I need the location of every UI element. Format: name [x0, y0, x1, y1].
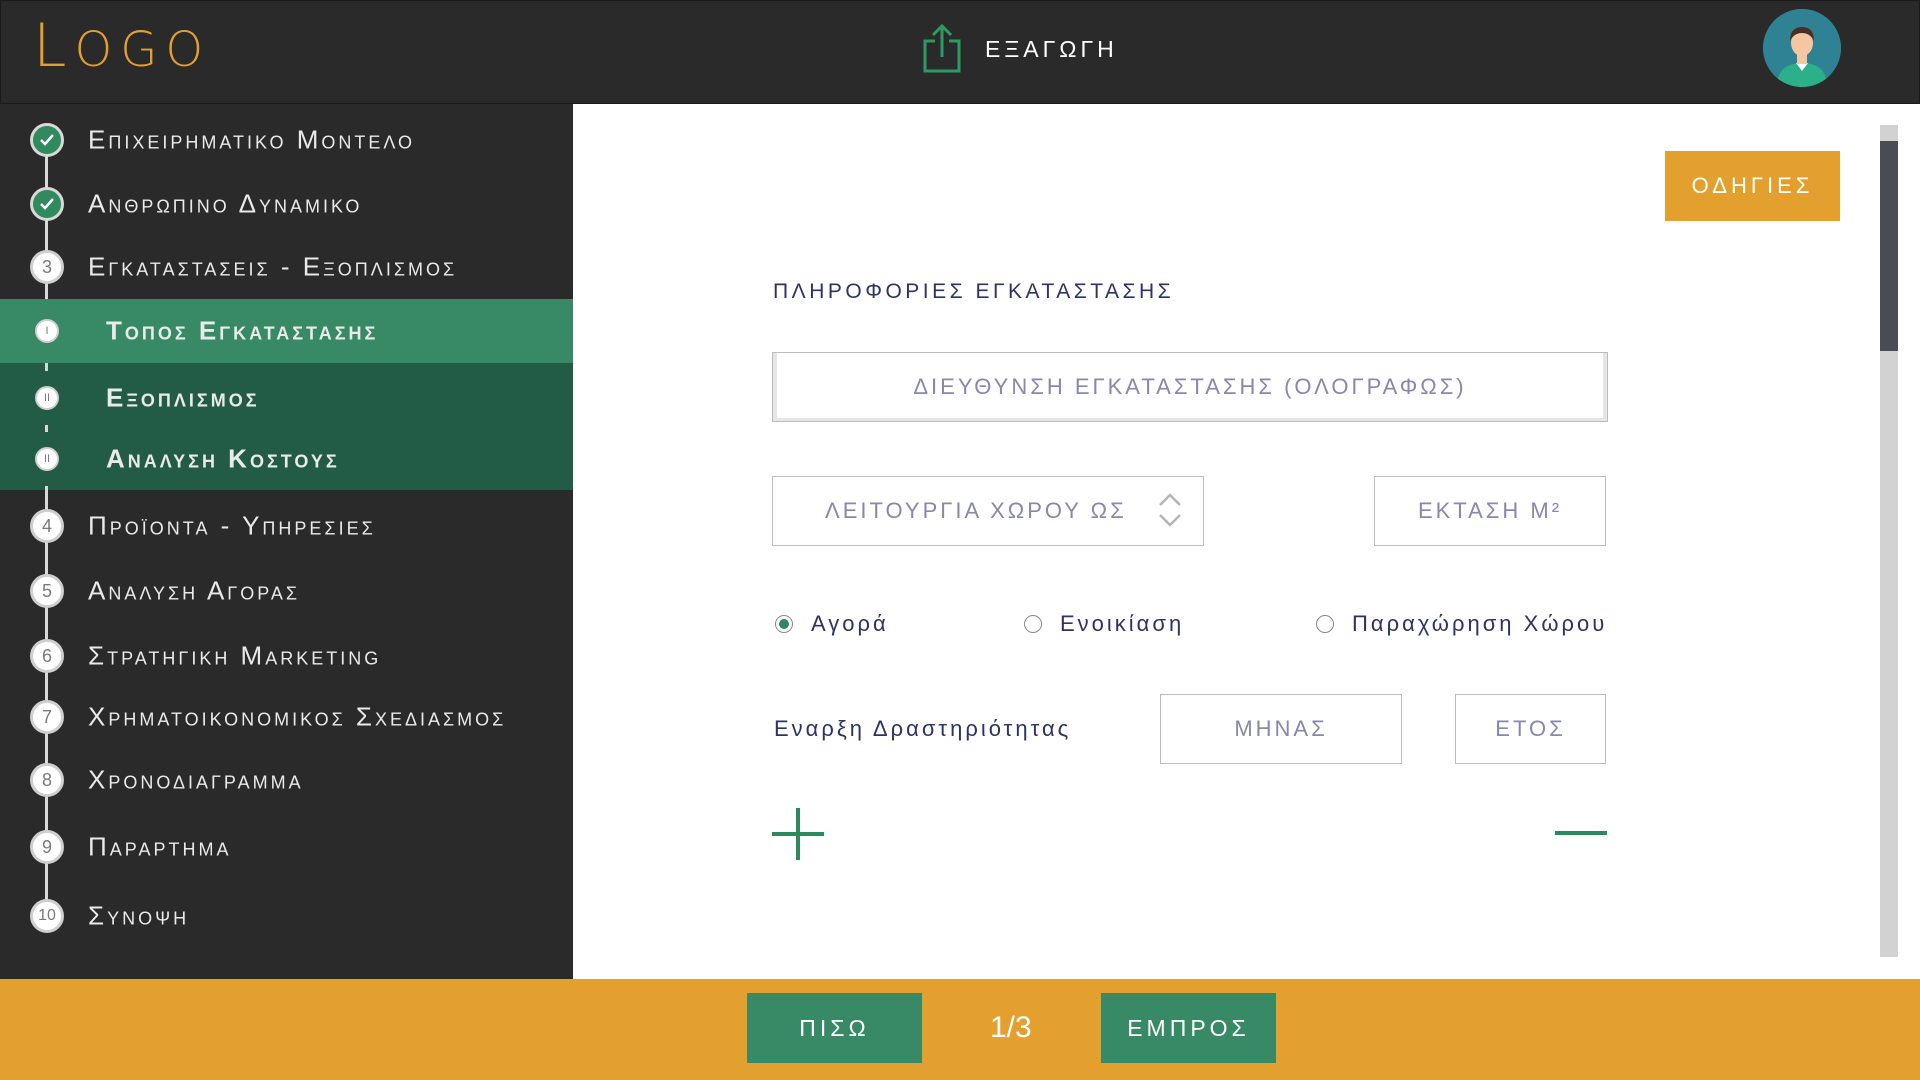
plus-icon[interactable]	[772, 808, 824, 860]
step-number: 3	[30, 250, 64, 284]
sidebar-subitem-location[interactable]: I Τοπος Εγκαταστασης	[0, 299, 573, 363]
sidebar-item-label: Χρηματοικονομικος Σχεδιασμος	[88, 701, 507, 732]
step-number: 7	[30, 700, 64, 734]
check-icon	[30, 123, 64, 157]
sidebar-subitem-label: Αναλυση Κοστους	[106, 443, 340, 474]
section-title: ΠΛΗΡΟΦΟΡΙΕΣ ΕΓΚΑΤΑΣΤΑΣΗΣ	[773, 280, 1175, 303]
area-placeholder: ΕΚΤΑΣΗ Μ²	[1417, 498, 1563, 523]
sidebar-item-label: Συνοψη	[88, 900, 190, 931]
radio-label: Παραχώρηση Χώρου	[1352, 611, 1608, 636]
step-number: 8	[30, 763, 64, 797]
sidebar-item-label: Χρονοδιαγραμμα	[88, 764, 304, 795]
substep-number: II	[35, 447, 59, 471]
radio-button[interactable]	[1024, 615, 1042, 633]
export-label: ΕΞΑΓΩΓΗ	[985, 35, 1118, 62]
usage-placeholder: ΛΕΙΤΟΥΡΓΙΑ ΧΩΡΟΥ ΩΣ	[825, 498, 1127, 523]
address-placeholder: ΔΙΕΥΘΥΝΣΗ ΕΓΚΑΤΑΣΤΑΣΗΣ (ΟΛΟΓΡΑΦΩΣ)	[913, 374, 1467, 399]
sidebar-item-financial-planning[interactable]: 7 Χρηματοικονομικος Σχεδιασμος	[0, 690, 573, 744]
logo-initial: L	[33, 11, 75, 81]
back-button[interactable]: ΠΙΣΩ	[747, 993, 922, 1063]
radio-button[interactable]	[775, 615, 793, 633]
instructions-button[interactable]: ΟΔΗΓΙΕΣ	[1665, 151, 1840, 221]
user-avatar-icon[interactable]	[1763, 9, 1841, 87]
sidebar-item-marketing-strategy[interactable]: 6 Στρατηγικη Marketing	[0, 629, 573, 683]
step-number: 4	[30, 509, 64, 543]
sidebar-item-timeline[interactable]: 8 Χρονοδιαγραμμα	[0, 753, 573, 807]
radio-purchase[interactable]: Αγορά	[775, 611, 889, 637]
area-input[interactable]: ΕΚΤΑΣΗ Μ²	[1374, 476, 1606, 546]
sidebar-item-label: Στρατηγικη Marketing	[88, 640, 382, 671]
radio-concession[interactable]: Παραχώρηση Χώρου	[1316, 611, 1607, 637]
minus-icon[interactable]	[1555, 830, 1607, 836]
sidebar-item-label: Παραρτημα	[88, 831, 232, 862]
sidebar-item-label: Εγκαταστασεις - Εξοπλισμος	[88, 251, 458, 282]
page-indicator: 1/3	[990, 1011, 1032, 1044]
select-arrows-icon	[1159, 493, 1181, 527]
step-number: 5	[30, 574, 64, 608]
export-share-icon	[923, 23, 961, 73]
sidebar-item-summary[interactable]: 10 Συνοψη	[0, 889, 573, 943]
sidebar-item-label: Επιχειρηματικο Μοντελο	[88, 124, 416, 155]
sidebar-item-appendix[interactable]: 9 Παραρτημα	[0, 820, 573, 874]
sidebar-nav: Επιχειρηματικο Μοντελο Ανθρωπινο Δυναμικ…	[0, 104, 573, 979]
year-placeholder: ΕΤΟΣ	[1495, 716, 1566, 741]
sidebar-item-products-services[interactable]: 4 Προϊοντα - Υπηρεσιες	[0, 499, 573, 553]
sidebar-item-label: Ανθρωπινο Δυναμικο	[88, 188, 363, 219]
bottom-bar: ΠΙΣΩ 1/3 ΕΜΠΡΟΣ	[0, 979, 1920, 1080]
sidebar-item-human-resources[interactable]: Ανθρωπινο Δυναμικο	[0, 177, 573, 231]
scrollbar-thumb[interactable]	[1880, 141, 1898, 351]
sidebar-item-business-model[interactable]: Επιχειρηματικο Μοντελο	[0, 113, 573, 167]
radio-label: Ενοικίαση	[1060, 611, 1185, 636]
step-number: 10	[30, 899, 64, 933]
substep-number: II	[35, 386, 59, 410]
sidebar-subitem-cost-analysis[interactable]: II Αναλυση Κοστους	[0, 432, 573, 486]
sidebar-item-facilities[interactable]: 3 Εγκαταστασεις - Εξοπλισμος	[0, 240, 573, 294]
next-button[interactable]: ΕΜΠΡΟΣ	[1101, 993, 1276, 1063]
check-icon	[30, 187, 64, 221]
sidebar-item-market-analysis[interactable]: 5 Αναλυση Αγορας	[0, 564, 573, 618]
start-activity-label: Εναρξη Δραστηριότητας	[774, 716, 1072, 741]
logo-rest: OGO	[74, 22, 212, 78]
radio-rent[interactable]: Ενοικίαση	[1024, 611, 1184, 637]
substep-number: I	[35, 319, 59, 343]
month-placeholder: ΜΗΝΑΣ	[1234, 716, 1328, 741]
radio-label: Αγορά	[811, 611, 889, 636]
step-number: 9	[30, 830, 64, 864]
sidebar-item-label: Αναλυση Αγορας	[88, 575, 301, 606]
sidebar-subitem-label: Εξοπλισμος	[106, 382, 260, 413]
logo[interactable]: LOGO	[33, 11, 211, 81]
sidebar-subitem-label: Τοπος Εγκαταστασης	[106, 315, 379, 346]
sidebar-item-label: Προϊοντα - Υπηρεσιες	[88, 510, 376, 541]
vertical-scrollbar[interactable]	[1880, 125, 1898, 957]
year-input[interactable]: ΕΤΟΣ	[1455, 694, 1606, 764]
step-number: 6	[30, 639, 64, 673]
usage-select[interactable]: ΛΕΙΤΟΥΡΓΙΑ ΧΩΡΟΥ ΩΣ	[772, 476, 1204, 546]
sidebar-subitem-equipment[interactable]: II Εξοπλισμος	[0, 371, 573, 425]
export-button[interactable]: ΕΞΑΓΩΓΗ	[921, 23, 1118, 75]
address-input[interactable]: ΔΙΕΥΘΥΝΣΗ ΕΓΚΑΤΑΣΤΑΣΗΣ (ΟΛΟΓΡΑΦΩΣ)	[772, 352, 1608, 422]
top-bar: LOGO ΕΞΑΓΩΓΗ	[0, 0, 1920, 104]
month-input[interactable]: ΜΗΝΑΣ	[1160, 694, 1402, 764]
radio-button[interactable]	[1316, 615, 1334, 633]
